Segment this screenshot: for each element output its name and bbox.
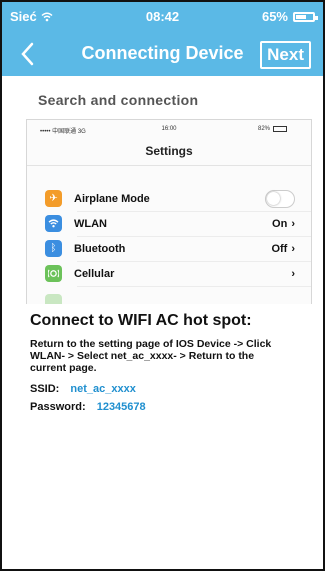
settings-row-partial [45, 290, 295, 304]
ssid-row: SSID: net_ac_xxxx [30, 383, 136, 395]
password-row: Password: 12345678 [30, 401, 146, 413]
settings-row-label: WLAN [74, 217, 107, 230]
nav-header: Connecting Device Next [2, 32, 323, 76]
settings-screenshot: ••••• 中国联通 3G 16:00 82% Settings ✈ Airpl… [26, 119, 312, 304]
screenshot-title: Settings [145, 144, 193, 158]
battery-icon [293, 11, 318, 22]
section-title: Search and connection [38, 92, 199, 108]
hotspot-icon [45, 294, 62, 304]
status-bar: Sieć 08:42 65% [2, 2, 323, 32]
app-screen: Sieć 08:42 65% Connecting Device Next Se… [0, 0, 325, 571]
chevron-right-icon: › [291, 267, 295, 280]
row-separator [77, 286, 311, 287]
battery-status: 65% [261, 9, 318, 24]
mini-battery-icon [273, 126, 287, 132]
ssid-value: net_ac_xxxx [70, 383, 136, 395]
settings-row-value: Off [271, 242, 288, 255]
airplane-toggle [265, 189, 295, 208]
screenshot-battery-percent: 82% [257, 126, 270, 132]
settings-row-label: Cellular [74, 267, 115, 280]
password-label: Password: [30, 401, 86, 413]
battery-percent: 65% [261, 9, 288, 24]
cellular-icon [45, 265, 62, 282]
screenshot-battery: 82% [258, 126, 287, 132]
airplane-icon: ✈ [45, 190, 62, 207]
chevron-right-icon: › [291, 217, 295, 230]
settings-row-label: Bluetooth [74, 242, 126, 255]
instruction-heading: Connect to WIFI AC hot spot: [30, 312, 252, 329]
chevron-right-icon: › [291, 242, 295, 255]
settings-row-value: On [272, 217, 288, 230]
divider [27, 165, 311, 166]
next-button[interactable]: Next [260, 41, 311, 69]
wifi-icon [45, 215, 62, 232]
battery-fill [296, 14, 306, 19]
bluetooth-icon: ᛒ [45, 240, 62, 257]
settings-row-wlan: WLAN On › [45, 211, 295, 236]
settings-row-cellular: Cellular › [45, 261, 295, 286]
password-value: 12345678 [96, 401, 146, 413]
settings-row-airplane: ✈ Airplane Mode [45, 186, 295, 211]
ssid-label: SSID: [30, 383, 60, 395]
settings-row-label: Airplane Mode [74, 192, 150, 205]
instruction-text: Return to the setting page of IOS Device… [30, 338, 272, 374]
settings-row-bluetooth: ᛒ Bluetooth Off › [45, 236, 295, 261]
